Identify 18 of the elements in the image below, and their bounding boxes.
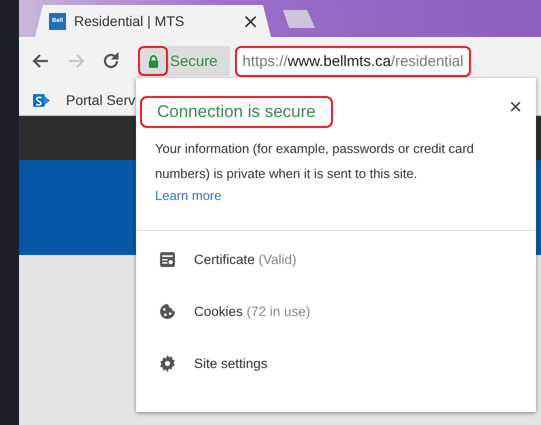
tab-title: Residential | MTS: [74, 13, 186, 29]
lock-button[interactable]: [138, 46, 168, 76]
bookmark-item[interactable]: Portal Serv: [33, 92, 136, 108]
menu-item[interactable]: Certificate (Valid): [194, 252, 297, 267]
bookmark-favicon-icon: [33, 92, 50, 108]
address-field[interactable]: https://www.bellmts.ca/residential: [234, 46, 472, 76]
cookie-icon: [159, 303, 176, 320]
menu-item[interactable]: Cookies (72 in use): [194, 304, 310, 319]
popup-title: Connection is secure: [140, 96, 333, 128]
reload-icon[interactable]: [101, 51, 121, 71]
close-tab-button[interactable]: ×: [242, 11, 259, 31]
lock-icon: [148, 54, 158, 68]
menu-item[interactable]: Site settings: [194, 356, 268, 371]
certificate-icon: [159, 251, 176, 268]
learn-more-link[interactable]: Learn more: [155, 188, 222, 203]
close-button[interactable]: ×: [509, 96, 522, 118]
gear-icon: [159, 355, 176, 372]
security-description: Your information (for example, passwords or credit card numbers) is private when it is sent to this site.: [155, 140, 475, 183]
